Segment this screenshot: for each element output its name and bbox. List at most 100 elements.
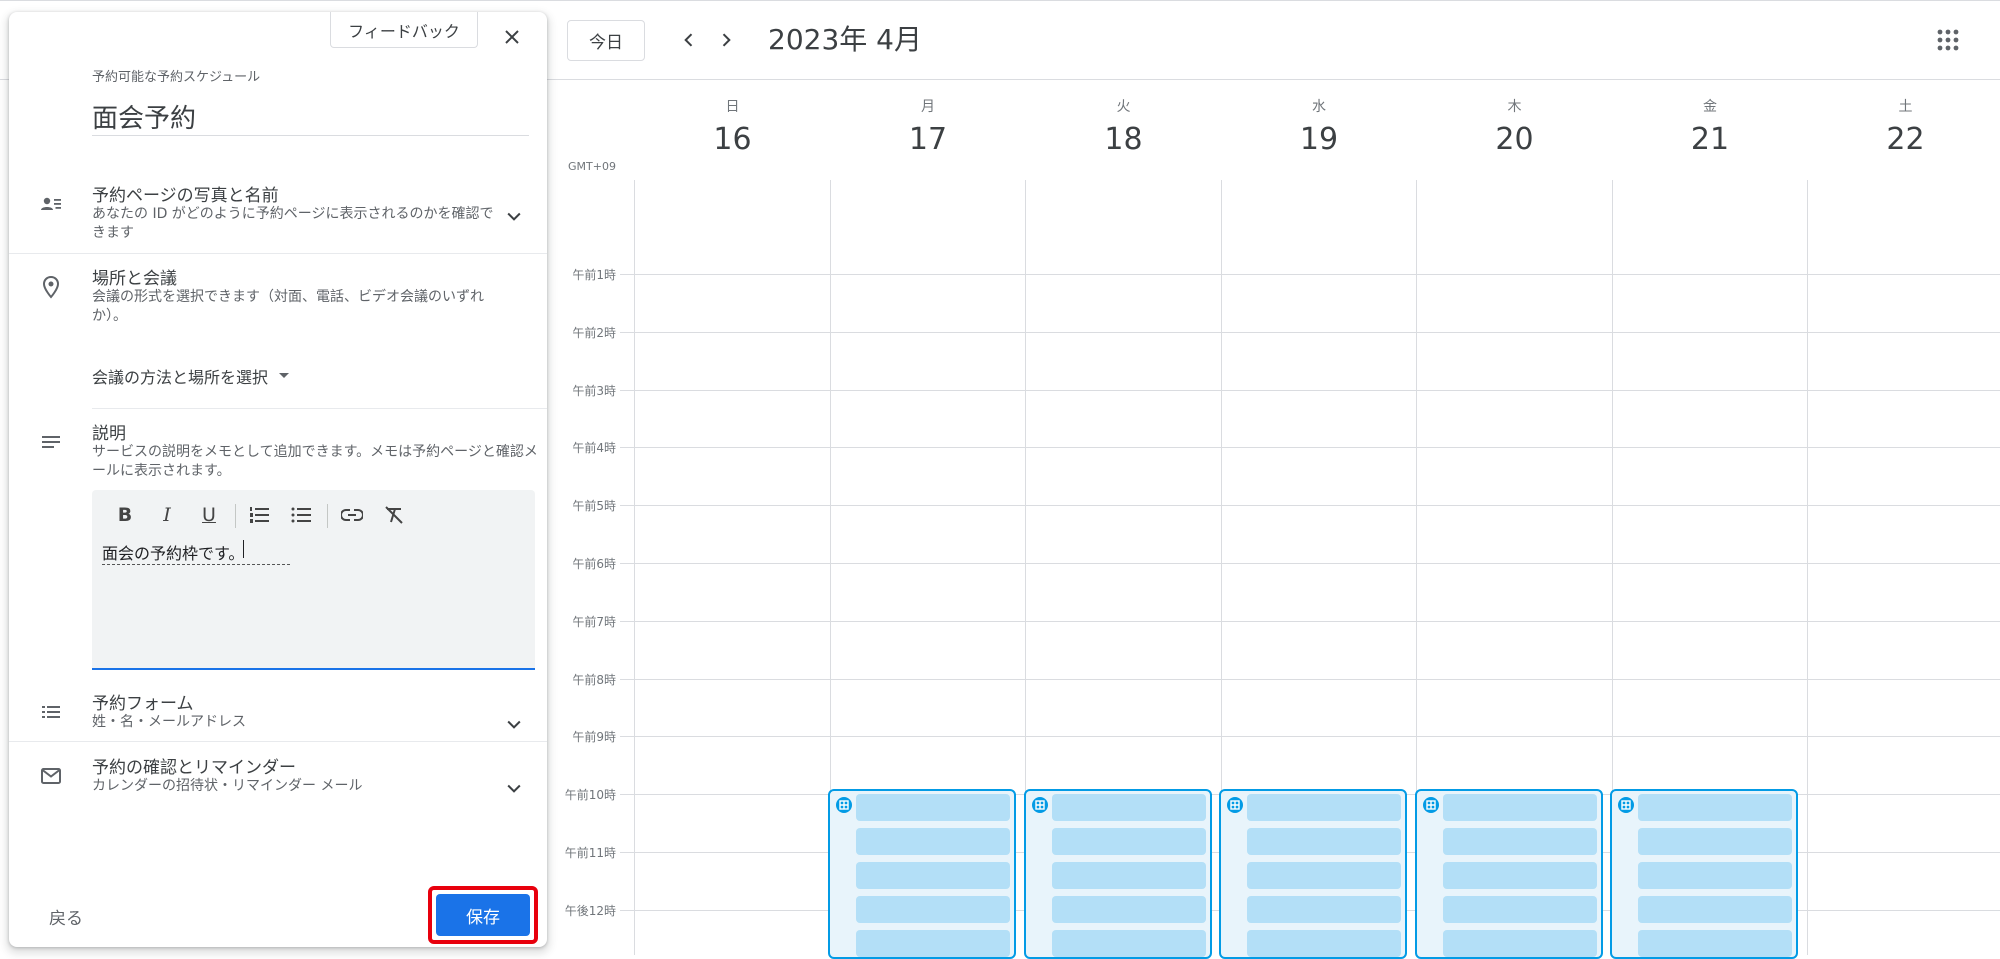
appointment-slot[interactable] bbox=[856, 794, 1010, 821]
hour-gridline bbox=[620, 447, 2000, 448]
appointment-slot[interactable] bbox=[1442, 896, 1597, 923]
day-number[interactable]: 16 bbox=[635, 122, 830, 157]
mail-icon bbox=[41, 768, 61, 784]
clear-format-icon[interactable] bbox=[379, 500, 409, 530]
day-column-header[interactable]: 火 18 bbox=[1026, 96, 1221, 157]
day-number[interactable]: 17 bbox=[831, 122, 1026, 157]
appointment-slot[interactable] bbox=[1247, 828, 1401, 855]
appointment-slot[interactable] bbox=[856, 828, 1010, 855]
chevron-down-icon[interactable] bbox=[504, 778, 524, 798]
day-column-header[interactable]: 土 22 bbox=[1808, 96, 2000, 157]
toolbar-separator bbox=[235, 504, 236, 528]
section-photo-subtitle: あなたの ID がどのように予約ページに表示されるのかを確認できます bbox=[92, 206, 494, 241]
booking-grid-icon bbox=[836, 797, 852, 813]
section-photo-title[interactable]: 予約ページの写真と名前 bbox=[92, 181, 279, 206]
hour-gridline bbox=[620, 736, 2000, 737]
italic-icon[interactable]: I bbox=[152, 500, 182, 530]
day-column-header[interactable]: 月 17 bbox=[831, 96, 1026, 157]
bulleted-list-icon[interactable] bbox=[286, 500, 316, 530]
day-column-header[interactable]: 日 16 bbox=[635, 96, 830, 157]
appointment-slot-block[interactable] bbox=[1219, 789, 1407, 959]
day-number[interactable]: 21 bbox=[1613, 122, 1808, 157]
section-form-title[interactable]: 予約フォーム bbox=[92, 689, 194, 714]
appointment-slot[interactable] bbox=[1638, 828, 1792, 855]
numbered-list-icon[interactable] bbox=[244, 500, 274, 530]
appointment-slot-block[interactable] bbox=[828, 789, 1016, 959]
appointment-slot[interactable] bbox=[1247, 896, 1401, 923]
appointment-slot[interactable] bbox=[1638, 862, 1792, 889]
timezone-label: GMT+09 bbox=[568, 160, 616, 173]
person-card-icon bbox=[41, 197, 61, 210]
link-icon[interactable] bbox=[337, 500, 367, 530]
description-editor[interactable]: B I U 面会の予約枠です。 bbox=[92, 490, 535, 670]
hour-gridline bbox=[620, 390, 2000, 391]
day-number[interactable]: 22 bbox=[1808, 122, 2000, 157]
appointment-slot[interactable] bbox=[1051, 794, 1206, 821]
section-reminders-title[interactable]: 予約の確認とリマインダー bbox=[92, 753, 296, 778]
appointment-slot[interactable] bbox=[1051, 896, 1206, 923]
appointment-slot[interactable] bbox=[1442, 862, 1597, 889]
appointment-slot-block[interactable] bbox=[1023, 789, 1212, 959]
appointment-slot-block[interactable] bbox=[1610, 789, 1798, 959]
underline-icon[interactable]: U bbox=[194, 500, 224, 530]
appointment-slot[interactable] bbox=[856, 862, 1010, 889]
section-location-subtitle: 会議の形式を選択できます（対面、電話、ビデオ会議のいずれか）。 bbox=[92, 289, 484, 324]
chevron-down-icon[interactable] bbox=[504, 714, 524, 734]
appointment-slot[interactable] bbox=[1442, 828, 1597, 855]
prev-week-button[interactable] bbox=[671, 22, 707, 58]
hour-label: 午前7時 bbox=[572, 615, 616, 629]
appointment-slot[interactable] bbox=[1051, 930, 1206, 957]
appointment-slot[interactable] bbox=[1051, 862, 1206, 889]
section-description-subtitle: サービスの説明をメモとして追加できます。メモは予約ページと確認メールに表示されま… bbox=[92, 444, 538, 479]
chevron-right-icon bbox=[722, 33, 731, 47]
bold-icon[interactable]: B bbox=[110, 500, 140, 530]
hour-gridline bbox=[620, 332, 2000, 333]
close-button[interactable] bbox=[497, 22, 527, 52]
day-number[interactable]: 19 bbox=[1222, 122, 1417, 157]
booking-grid-icon bbox=[1422, 797, 1439, 813]
appointment-slot[interactable] bbox=[856, 930, 1010, 957]
meeting-method-select[interactable]: 会議の方法と場所を選択 bbox=[92, 364, 290, 388]
today-button[interactable]: 今日 bbox=[567, 20, 645, 61]
day-column-divider bbox=[1807, 180, 1808, 955]
save-button[interactable]: 保存 bbox=[436, 894, 530, 936]
appointment-slot[interactable] bbox=[1442, 794, 1597, 821]
hour-gridline bbox=[620, 563, 2000, 564]
appointment-slot[interactable] bbox=[1247, 930, 1401, 957]
day-name: 金 bbox=[1703, 99, 1717, 115]
appointment-slot[interactable] bbox=[1638, 896, 1792, 923]
back-button[interactable]: 戻る bbox=[49, 904, 83, 929]
description-text[interactable]: 面会の予約枠です。 bbox=[102, 540, 291, 565]
day-column-header[interactable]: 水 19 bbox=[1222, 96, 1417, 157]
feedback-button[interactable]: フィードバック bbox=[330, 12, 478, 48]
appointment-slot-block[interactable] bbox=[1414, 789, 1603, 959]
hour-label: 午前11時 bbox=[564, 846, 616, 860]
hour-gridline bbox=[620, 621, 2000, 622]
meeting-method-label: 会議の方法と場所を選択 bbox=[92, 368, 269, 387]
appointment-slot[interactable] bbox=[856, 896, 1010, 923]
day-column-header[interactable]: 金 21 bbox=[1613, 96, 1808, 157]
appointment-slot[interactable] bbox=[1247, 794, 1401, 821]
appointment-slot[interactable] bbox=[1638, 930, 1792, 957]
section-reminders-subtitle: カレンダーの招待状・リマインダー メール bbox=[92, 778, 363, 794]
apps-grid-icon[interactable] bbox=[1936, 28, 1960, 52]
schedule-title-input[interactable]: 面会予約 bbox=[92, 98, 196, 135]
next-week-button[interactable] bbox=[708, 22, 744, 58]
appointment-slot[interactable] bbox=[1442, 930, 1597, 957]
booking-grid-icon bbox=[1618, 797, 1634, 813]
month-title: 2023年 4月 bbox=[768, 23, 922, 56]
day-number[interactable]: 18 bbox=[1026, 122, 1221, 157]
day-column-header[interactable]: 木 20 bbox=[1417, 96, 1612, 157]
day-name: 火 bbox=[1116, 99, 1131, 115]
day-name: 水 bbox=[1312, 99, 1326, 115]
day-name: 日 bbox=[725, 99, 740, 115]
chevron-down-icon[interactable] bbox=[504, 206, 524, 226]
hour-label: 午前2時 bbox=[572, 326, 616, 340]
hour-label: 午前1時 bbox=[572, 268, 616, 282]
day-number[interactable]: 20 bbox=[1417, 122, 1612, 157]
appointment-slot[interactable] bbox=[1247, 862, 1401, 889]
appointment-slot[interactable] bbox=[1638, 794, 1792, 821]
chevron-left-icon bbox=[684, 33, 693, 47]
appointment-slot[interactable] bbox=[1051, 828, 1206, 855]
section-location-title[interactable]: 場所と会議 bbox=[92, 264, 177, 289]
